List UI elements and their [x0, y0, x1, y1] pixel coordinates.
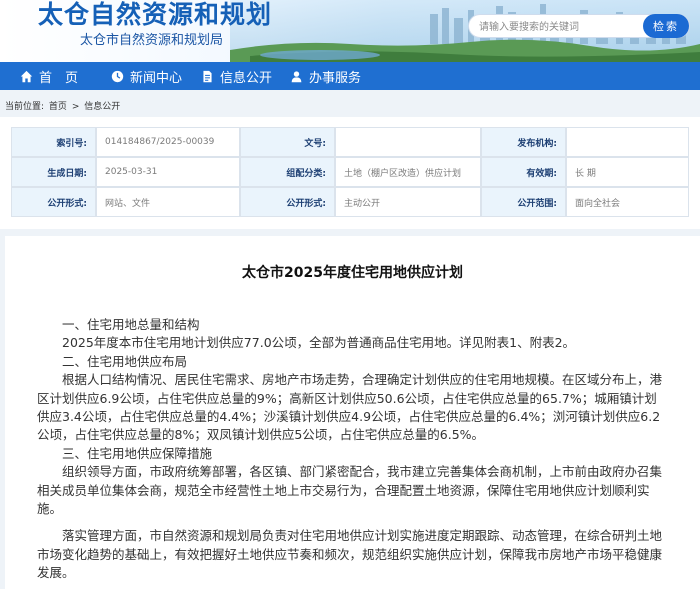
search-input[interactable] — [479, 19, 644, 35]
section-heading: 一、住宅用地总量和结构 — [62, 317, 200, 332]
meta-table: 索引号: 014184867/2025-00039 文号: 发布机构: 生成日期… — [11, 127, 689, 217]
article-paragraph: 组织领导方面，市政府统筹部署，各区镇、部门紧密配合，我市建立完善集体会商机制，上… — [37, 464, 663, 517]
meta-label: 公开形式: — [240, 187, 335, 217]
header-banner: 太仓自然资源和规划 太仓市自然资源和规划局 检索 — [0, 0, 700, 62]
article-body: 一、住宅用地总量和结构 2025年度本市住宅用地计划供应77.0公顷，全部为普通… — [37, 316, 669, 583]
meta-value: 土地（棚户区改造）供应计划 — [335, 157, 481, 187]
news-icon — [111, 70, 124, 82]
site-title: 太仓自然资源和规划 — [38, 0, 273, 29]
meta-panel: 索引号: 014184867/2025-00039 文号: 发布机构: 生成日期… — [0, 117, 700, 229]
meta-label: 文号: — [240, 127, 335, 157]
breadcrumb-item-disclosure[interactable]: 信息公开 — [84, 102, 120, 112]
article-title: 太仓市2025年度住宅用地供应计划 — [242, 265, 463, 281]
meta-label: 发布机构: — [481, 127, 566, 157]
meta-row: 索引号: 014184867/2025-00039 文号: 发布机构: — [11, 127, 689, 157]
article-panel: 太仓市2025年度住宅用地供应计划 一、住宅用地总量和结构 2025年度本市住宅… — [5, 236, 700, 589]
nav-label: 首 页 — [39, 70, 79, 86]
meta-row: 生成日期: 2025-03-31 组配分类: 土地（棚户区改造）供应计划 有效期… — [11, 157, 689, 187]
breadcrumb: 当前位置: 首页 > 信息公开 — [5, 99, 122, 112]
meta-label: 组配分类: — [240, 157, 335, 187]
nav-item-home[interactable]: 首 页 — [20, 62, 78, 90]
meta-value: 2025-03-31 — [96, 157, 240, 187]
meta-value: 014184867/2025-00039 — [96, 127, 240, 157]
nav-label: 信息公开 — [220, 70, 273, 86]
article-paragraph: 根据人口结构情况、居民住宅需求、房地产市场走势，合理确定计划供应的住宅用地规模。… — [37, 372, 663, 443]
article-paragraph: 落实管理方面，市自然资源和规划局负责对住宅用地供应计划实施进度定期跟踪、动态管理… — [37, 528, 663, 581]
breadcrumb-item-home[interactable]: 首页 — [49, 102, 67, 112]
nav-item-services[interactable]: 办事服务 — [290, 62, 361, 90]
service-icon — [291, 70, 302, 82]
meta-label: 有效期: — [481, 157, 566, 187]
meta-label: 公开形式: — [11, 187, 96, 217]
meta-label: 公开范围: — [481, 187, 566, 217]
nav-item-disclosure[interactable]: 信息公开 — [201, 62, 272, 90]
nav-item-news[interactable]: 新闻中心 — [111, 62, 182, 90]
article-paragraph: 2025年度本市住宅用地计划供应77.0公顷，全部为普通商品住宅用地。详见附表1… — [62, 335, 576, 351]
breadcrumb-prefix: 当前位置: — [5, 102, 45, 112]
main-nav: 首 页 新闻中心 信息公开 办事服务 — [0, 62, 700, 90]
section-heading: 三、住宅用地供应保障措施 — [62, 445, 213, 461]
breadcrumb-separator: > — [71, 102, 80, 112]
meta-label: 生成日期: — [11, 157, 96, 187]
meta-value: 网站、文件 — [96, 187, 240, 217]
section-heading: 二、住宅用地供应布局 — [62, 353, 188, 369]
home-icon — [20, 70, 33, 82]
meta-value: 长 期 — [566, 157, 689, 187]
site-subtitle: 太仓市自然资源和规划局 — [80, 33, 224, 48]
search-box: 检索 — [468, 14, 690, 38]
nav-label: 新闻中心 — [130, 70, 183, 86]
meta-value: 主动公开 — [335, 187, 481, 217]
meta-label: 索引号: — [11, 127, 96, 157]
meta-value: 面向全社会 — [566, 187, 689, 217]
document-icon — [203, 70, 212, 82]
meta-value — [566, 127, 689, 157]
nav-label: 办事服务 — [309, 70, 362, 86]
meta-value — [335, 127, 481, 157]
meta-row: 公开形式: 网站、文件 公开形式: 主动公开 公开范围: 面向全社会 — [11, 187, 689, 217]
search-button[interactable]: 检索 — [643, 14, 689, 38]
